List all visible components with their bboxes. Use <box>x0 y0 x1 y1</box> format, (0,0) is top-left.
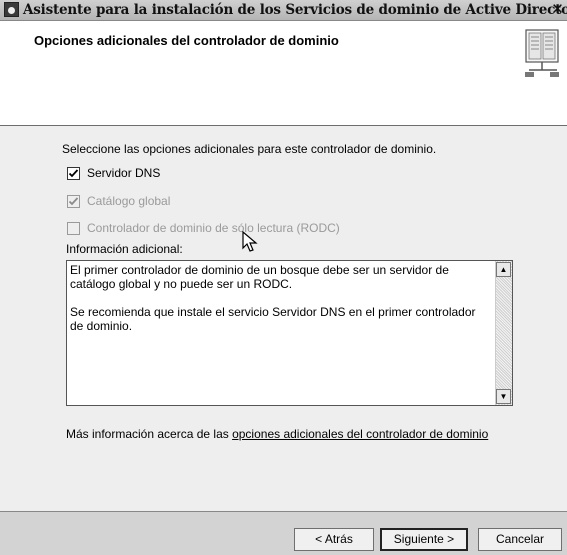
more-info-text: Más información acerca de las opciones a… <box>66 427 488 441</box>
more-info-link[interactable]: opciones adicionales del controlador de … <box>232 427 488 441</box>
directory-book-icon <box>525 29 559 77</box>
scroll-up-arrow-icon[interactable]: ▲ <box>496 262 511 277</box>
title-bar: Asistente para la instalación de los Ser… <box>0 0 567 21</box>
additional-info-label: Información adicional: <box>66 242 183 256</box>
additional-info-text: El primer controlador de dominio de un b… <box>70 263 490 347</box>
back-button[interactable]: < Atrás <box>294 528 374 551</box>
additional-info-box[interactable]: El primer controlador de dominio de un b… <box>66 260 513 406</box>
page-title: Opciones adicionales del controlador de … <box>34 33 339 48</box>
info-paragraph: El primer controlador de dominio de un b… <box>70 263 449 291</box>
close-button[interactable]: ✕ <box>548 0 567 20</box>
mouse-pointer-icon <box>242 231 258 252</box>
options-prompt: Seleccione las opciones adicionales para… <box>62 142 437 156</box>
more-info-prefix: Más información acerca de las <box>66 427 233 441</box>
wizard-footer: < Atrás Siguiente > Cancelar <box>0 511 567 555</box>
next-button[interactable]: Siguiente > <box>380 528 468 551</box>
wizard-header: Opciones adicionales del controlador de … <box>0 21 567 126</box>
vertical-scrollbar[interactable]: ▲ ▼ <box>495 261 512 405</box>
global-catalog-checkbox <box>67 195 80 208</box>
dns-server-label: Servidor DNS <box>87 166 161 180</box>
info-paragraph: Se recomienda que instale el servicio Se… <box>70 305 476 333</box>
global-catalog-label: Catálogo global <box>87 194 171 208</box>
check-mark-icon <box>68 169 79 178</box>
check-mark-icon <box>68 197 79 206</box>
rodc-label: Controlador de dominio de sólo lectura (… <box>87 221 340 235</box>
rodc-checkbox <box>67 222 80 235</box>
wizard-app-icon <box>4 2 19 17</box>
cancel-button[interactable]: Cancelar <box>478 528 562 551</box>
dns-server-checkbox[interactable] <box>67 167 80 180</box>
scroll-down-arrow-icon[interactable]: ▼ <box>496 389 511 404</box>
wizard-content: Seleccione las opciones adicionales para… <box>0 126 567 511</box>
window-title: Asistente para la instalación de los Ser… <box>23 2 567 18</box>
